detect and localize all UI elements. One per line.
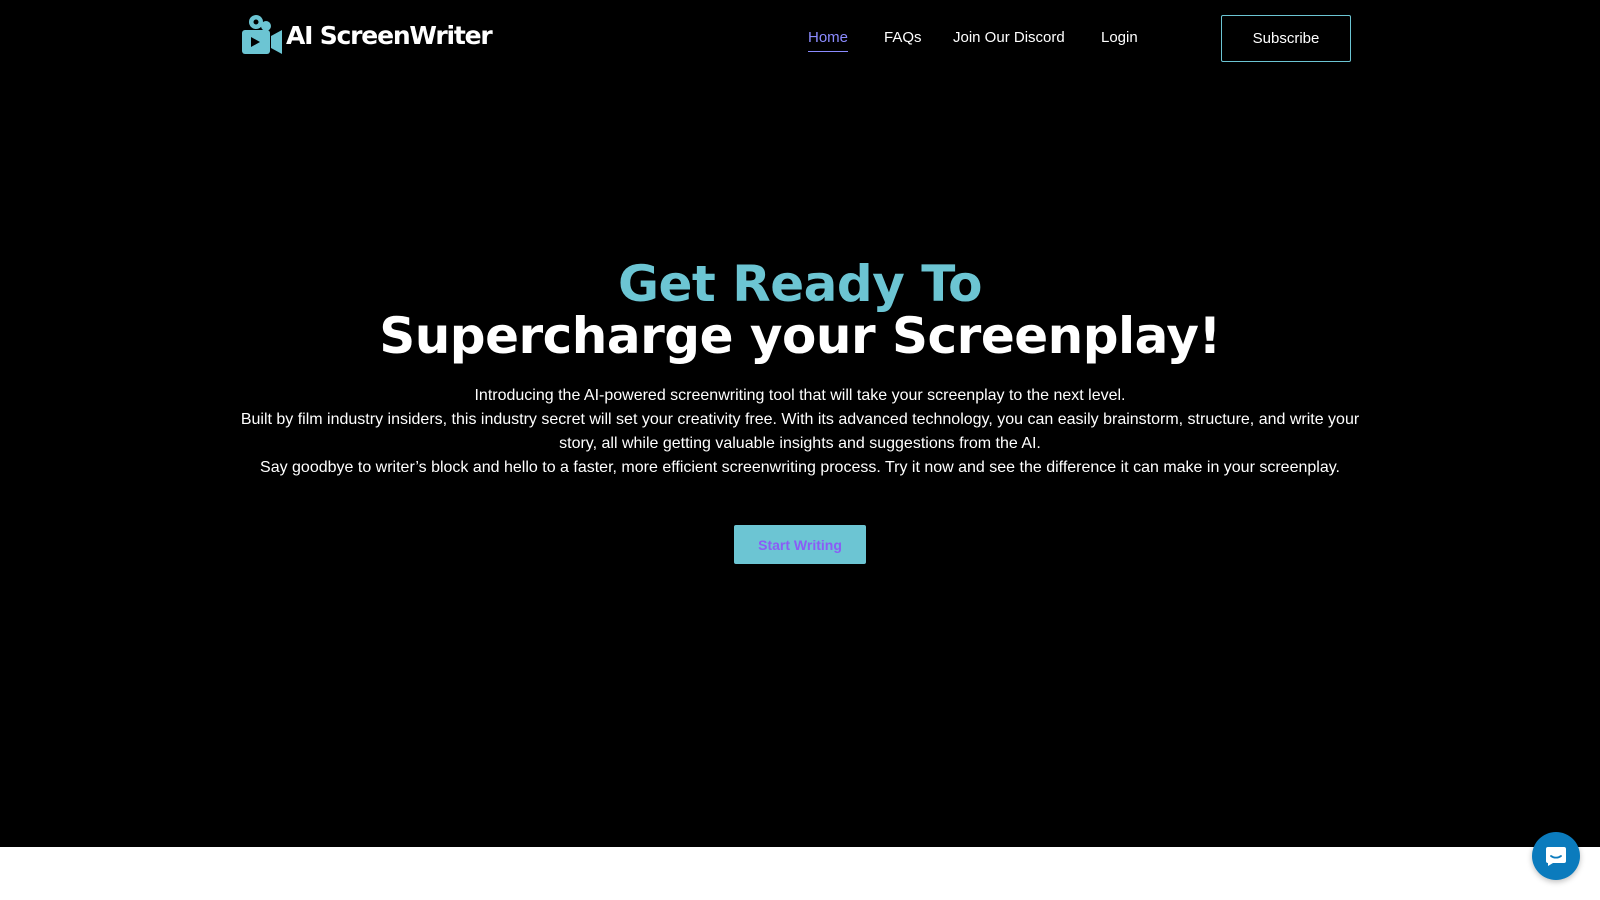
headline-line-2: Supercharge your Screenplay! xyxy=(379,307,1221,365)
nav-join-discord[interactable]: Join Our Discord xyxy=(953,28,1065,48)
hero-section: AI ScreenWriter Home FAQs Join Our Disco… xyxy=(0,0,1600,847)
hero-headline: Get Ready To Supercharge your Screenplay… xyxy=(0,258,1600,362)
nav-home[interactable]: Home xyxy=(808,28,849,52)
intro-paragraph: Introducing the AI-powered screenwriting… xyxy=(474,387,1126,404)
intro-paragraph: Say goodbye to writer’s block and hello … xyxy=(260,459,1340,476)
nav-login[interactable]: Login xyxy=(1101,28,1138,48)
subscribe-button[interactable]: Subscribe xyxy=(1221,15,1351,62)
nav-faqs[interactable]: FAQs xyxy=(884,28,922,48)
hero-description: Introducing the AI-powered screenwriting… xyxy=(240,384,1360,480)
intro-paragraph: Built by film industry insiders, this in… xyxy=(240,411,1360,452)
site-logo[interactable]: AI ScreenWriter xyxy=(240,14,493,56)
headline-line-1: Get Ready To xyxy=(617,255,983,313)
start-writing-button[interactable]: Start Writing xyxy=(734,525,866,564)
chat-launcher-button[interactable] xyxy=(1532,832,1580,880)
brand-name: AI ScreenWriter xyxy=(286,20,493,50)
chat-bubble-icon xyxy=(1546,847,1566,866)
film-camera-icon xyxy=(242,15,282,54)
